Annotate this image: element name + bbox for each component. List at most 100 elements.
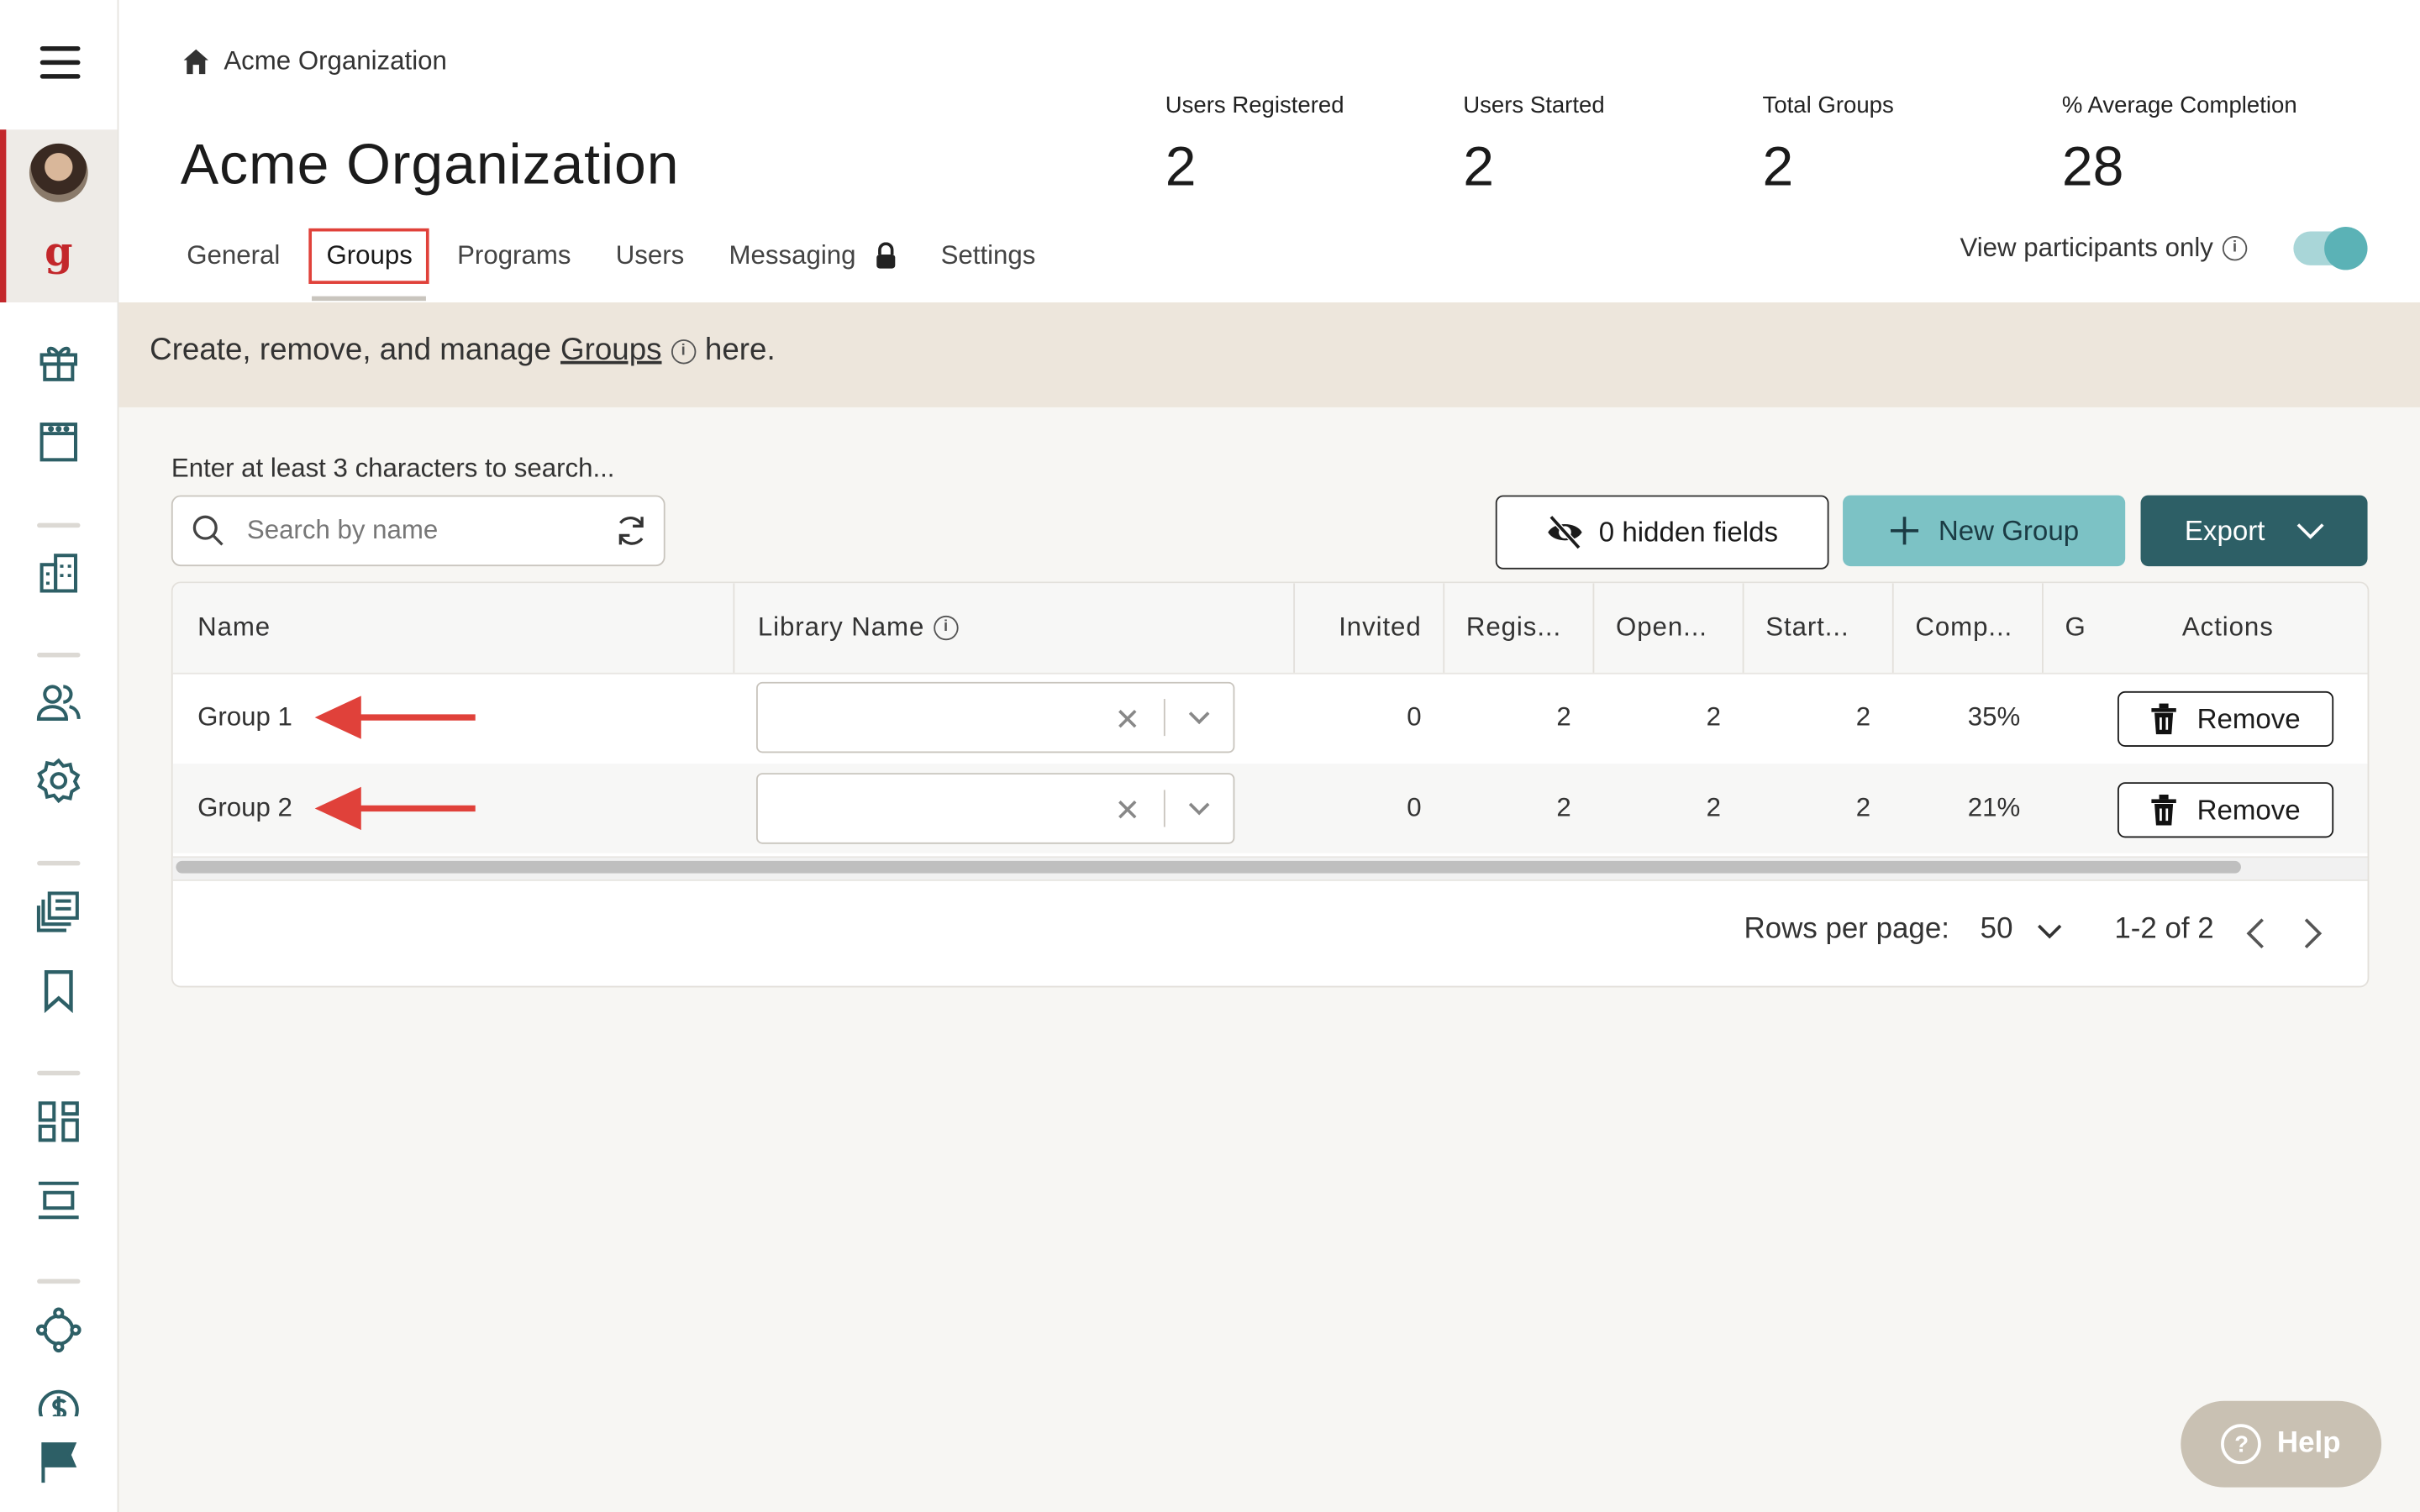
table-row: Group 2 ✕ 0 2 2 2 21% Remove — [172, 764, 2368, 853]
avatar[interactable] — [29, 143, 88, 202]
table-row: Group 1 ✕ 0 2 2 2 35% Remove — [173, 673, 2368, 763]
view-participants-label: View participants only — [1960, 233, 2213, 263]
group-name[interactable]: Group 1 — [197, 673, 292, 763]
home-icon — [183, 49, 208, 75]
tab-general[interactable]: General — [187, 241, 280, 272]
view-participants-toggle[interactable] — [2293, 226, 2368, 270]
pagination-range: 1-2 of 2 — [2114, 913, 2214, 946]
bookmark-icon[interactable] — [34, 966, 83, 1016]
breadcrumb[interactable]: Acme Organization — [181, 46, 447, 77]
select-divider — [1163, 790, 1165, 827]
completion-percent: 21% — [1967, 793, 2021, 822]
gift-icon[interactable] — [34, 336, 83, 386]
refresh-icon[interactable] — [614, 514, 648, 548]
tab-messaging-label: Messaging — [729, 240, 856, 270]
chevron-down-icon[interactable] — [1186, 702, 1211, 733]
tab-users[interactable]: Users — [616, 241, 685, 272]
org-switcher[interactable]: g — [0, 129, 118, 302]
banner-suffix: here. — [704, 333, 776, 368]
tab-programs[interactable]: Programs — [457, 241, 571, 272]
divider — [37, 652, 81, 658]
tab-bar: General Groups Programs Users Messaging … — [187, 228, 1080, 302]
clear-icon[interactable]: ✕ — [1115, 791, 1141, 830]
tab-settings[interactable]: Settings — [941, 241, 1036, 272]
column-header-completion[interactable]: Comp... — [1891, 583, 2042, 673]
group-name[interactable]: Group 2 — [197, 764, 292, 853]
column-header-library-name[interactable]: Library Name i — [733, 583, 1293, 673]
stat-users-registered: Users Registered 2 — [1165, 92, 1344, 199]
chevron-down-icon[interactable] — [1186, 793, 1211, 824]
stat-users-started: Users Started 2 — [1463, 92, 1604, 199]
stat-total-groups: Total Groups 2 — [1763, 92, 1894, 199]
export-label: Export — [2184, 514, 2265, 546]
stat-label: Users Started — [1463, 92, 1605, 119]
column-header-actions: Actions — [2181, 612, 2274, 643]
horizontal-scrollbar[interactable] — [176, 860, 2241, 874]
dashboard-icon[interactable] — [34, 1097, 83, 1147]
gear-icon[interactable] — [34, 756, 83, 806]
registered-count: 2 — [1556, 701, 1571, 732]
new-group-button[interactable]: New Group — [1843, 495, 2126, 567]
column-header-invited[interactable]: Invited — [1293, 583, 1443, 673]
annotation-arrow — [314, 696, 476, 739]
stat-value: 2 — [1165, 134, 1197, 198]
active-indicator — [0, 129, 7, 302]
library-name-select[interactable]: ✕ — [756, 681, 1235, 753]
chevron-right-icon[interactable] — [2302, 916, 2324, 950]
info-icon[interactable]: i — [2222, 236, 2248, 261]
stat-label: % Average Completion — [2061, 92, 2297, 119]
library-icon[interactable] — [34, 887, 83, 937]
remove-button[interactable]: Remove — [2118, 782, 2334, 838]
rows-per-page-value[interactable]: 50 — [1981, 913, 2013, 947]
flag-icon[interactable] — [34, 1438, 83, 1488]
calendar-icon[interactable] — [34, 417, 83, 466]
clear-icon[interactable]: ✕ — [1115, 701, 1141, 739]
stat-label: Users Registered — [1165, 92, 1344, 119]
table-header: Name Library Name i Invited Regis... Ope… — [172, 583, 2368, 675]
building-icon[interactable] — [34, 548, 83, 597]
select-divider — [1163, 699, 1165, 737]
invited-count: 0 — [1407, 793, 1422, 822]
info-banner: Create, remove, and manage Groups i here… — [118, 302, 2420, 407]
view-participants-toggle-group: View participants only i — [1960, 226, 2368, 270]
chevron-left-icon[interactable] — [2244, 916, 2266, 950]
divider — [37, 1070, 81, 1076]
hidden-fields-button[interactable]: 0 hidden fields — [1495, 495, 1829, 570]
chevron-down-icon[interactable] — [2038, 921, 2062, 940]
help-button[interactable]: ? Help — [2181, 1400, 2382, 1488]
stat-value: 2 — [1762, 134, 1794, 198]
remove-button[interactable]: Remove — [2118, 690, 2334, 747]
library-name-select[interactable]: ✕ — [756, 773, 1235, 844]
info-icon[interactable]: i — [934, 615, 959, 641]
users-icon[interactable] — [34, 679, 83, 728]
menu-icon[interactable] — [39, 46, 81, 83]
rows-per-page-label: Rows per page: — [1744, 913, 1949, 946]
info-icon[interactable]: i — [671, 339, 696, 364]
chevron-down-icon — [2296, 523, 2323, 539]
stat-label: Total Groups — [1762, 92, 1894, 119]
trash-icon — [2152, 703, 2177, 735]
network-icon[interactable] — [34, 1305, 83, 1355]
brand-logo-icon[interactable]: g — [40, 228, 77, 278]
registered-count: 2 — [1556, 793, 1571, 822]
plus-icon — [1890, 517, 1919, 545]
page-header: Acme Organization Acme Organization User… — [118, 0, 2420, 302]
dollar-icon[interactable] — [34, 1385, 83, 1417]
page-title: Acme Organization — [180, 132, 680, 197]
opened-count: 2 — [1706, 701, 1721, 732]
rows-per-page: Rows per page: 50 — [1744, 913, 2063, 947]
groups-table: Name Library Name i Invited Regis... Ope… — [171, 581, 2370, 988]
column-header-opened[interactable]: Open... — [1592, 583, 1743, 673]
export-button[interactable]: Export — [2140, 495, 2368, 567]
remove-label: Remove — [2196, 794, 2301, 825]
layout-icon[interactable] — [34, 1176, 83, 1226]
eye-off-icon — [1548, 515, 1582, 549]
tab-messaging[interactable]: Messaging — [729, 241, 897, 272]
search-input[interactable] — [244, 513, 590, 549]
tab-groups[interactable]: Groups — [309, 228, 430, 302]
column-header-started[interactable]: Start... — [1742, 583, 1892, 673]
groups-help-link[interactable]: Groups — [560, 333, 661, 369]
column-header-name[interactable]: Name — [197, 583, 732, 673]
column-header-registered[interactable]: Regis... — [1443, 583, 1592, 673]
column-header-truncated[interactable]: G — [2042, 583, 2088, 673]
